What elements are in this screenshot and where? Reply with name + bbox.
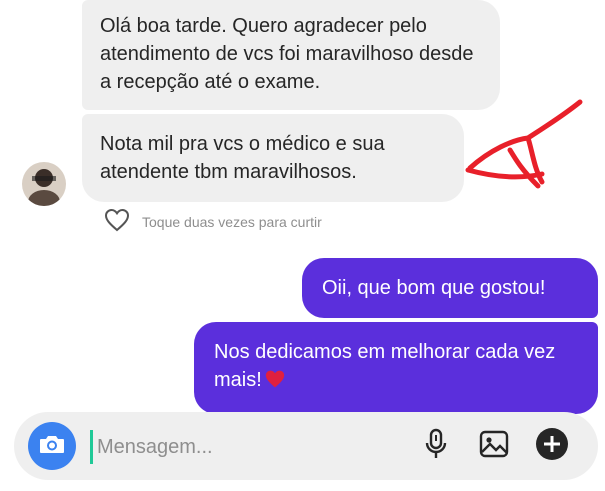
message-input[interactable]: [90, 430, 359, 464]
camera-button[interactable]: [28, 422, 76, 470]
gallery-icon: [479, 430, 509, 463]
avatar[interactable]: [22, 162, 66, 206]
incoming-message[interactable]: Nota mil pra vcs o médico e sua atendent…: [82, 114, 464, 202]
message-text: Nota mil pra vcs o médico e sua atendent…: [100, 133, 385, 183]
outgoing-message[interactable]: Oii, que bom que gostou!: [302, 258, 598, 318]
double-tap-hint: Toque duas vezes para curtir: [142, 214, 322, 230]
incoming-message[interactable]: Olá boa tarde. Quero agradecer pelo aten…: [82, 0, 500, 110]
plus-icon: [535, 427, 569, 466]
message-text: Olá boa tarde. Quero agradecer pelo aten…: [100, 15, 474, 93]
outgoing-message[interactable]: Nos dedicamos em melhorar cada vez mais!: [194, 322, 598, 414]
heart-icon[interactable]: [104, 208, 130, 237]
message-composer: [14, 412, 598, 480]
red-heart-emoji: [264, 369, 286, 397]
reaction-row: Toque duas vezes para curtir: [104, 208, 322, 236]
camera-icon: [38, 432, 66, 461]
add-button[interactable]: [534, 427, 570, 466]
gallery-button[interactable]: [476, 428, 512, 464]
message-text: Oii, que bom que gostou!: [322, 277, 546, 299]
red-annotation-mark: [465, 99, 583, 189]
microphone-icon: [424, 428, 448, 465]
microphone-button[interactable]: [418, 428, 454, 464]
